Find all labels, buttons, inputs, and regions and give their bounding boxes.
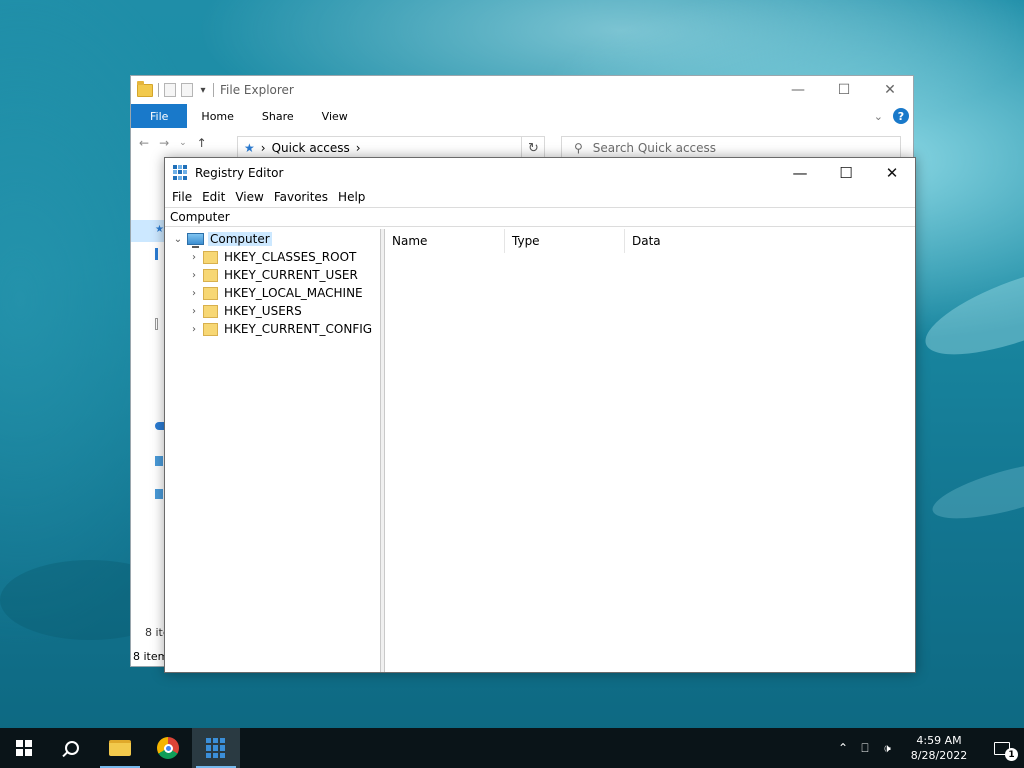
menu-view[interactable]: View bbox=[230, 190, 268, 204]
file-explorer-icon bbox=[109, 740, 131, 756]
registry-address-text: Computer bbox=[170, 210, 230, 224]
window-title: Registry Editor bbox=[195, 165, 284, 180]
close-button[interactable]: ✕ bbox=[869, 158, 915, 187]
customize-dropdown-icon[interactable]: ▾ bbox=[198, 85, 208, 96]
computer-icon bbox=[187, 233, 204, 248]
maximize-button[interactable]: ☐ bbox=[823, 158, 869, 187]
tree-item-hkey-current-config[interactable]: › HKEY_CURRENT_CONFIG bbox=[165, 320, 380, 338]
back-icon[interactable]: ← bbox=[139, 136, 149, 150]
windows-logo-icon bbox=[16, 740, 32, 756]
search-icon: ⚲ bbox=[574, 141, 583, 155]
registry-editor-icon bbox=[173, 164, 189, 181]
taskbar-chrome[interactable] bbox=[144, 728, 192, 768]
menu-file[interactable]: File bbox=[167, 190, 197, 204]
registry-address-bar[interactable]: Computer bbox=[165, 207, 915, 227]
chevron-down-icon[interactable]: ⌄ bbox=[171, 234, 185, 245]
volume-icon[interactable]: 🕩 bbox=[876, 741, 898, 756]
recent-locations-icon[interactable]: ⌄ bbox=[179, 138, 187, 148]
menu-edit[interactable]: Edit bbox=[197, 190, 230, 204]
minimize-button[interactable]: — bbox=[775, 76, 821, 104]
chevron-right-icon: › bbox=[260, 141, 266, 155]
search-icon bbox=[65, 741, 79, 755]
tree-label: HKEY_CLASSES_ROOT bbox=[224, 250, 357, 264]
close-button[interactable]: ✕ bbox=[867, 76, 913, 104]
menu-bar: File Edit View Favorites Help bbox=[165, 187, 915, 207]
network-icon[interactable]: ⎕ bbox=[854, 741, 876, 756]
tree-label: HKEY_CURRENT_CONFIG bbox=[224, 322, 373, 336]
column-header-row: Name Type Data bbox=[385, 229, 915, 253]
new-folder-icon[interactable] bbox=[181, 83, 193, 97]
file-explorer-titlebar[interactable]: ▾ File Explorer — ☐ ✕ bbox=[131, 76, 913, 104]
navigation-pane[interactable]: ★ bbox=[131, 216, 165, 642]
tree-label: HKEY_CURRENT_USER bbox=[224, 268, 358, 282]
folder-icon bbox=[137, 80, 153, 97]
tab-share[interactable]: Share bbox=[248, 104, 308, 128]
quick-access-toolbar: ▾ bbox=[137, 80, 214, 97]
taskbar: ⌃ ⎕ 🕩 4:59 AM 8/28/2022 1 bbox=[0, 728, 1024, 768]
clock-date: 8/28/2022 bbox=[910, 749, 968, 762]
column-header-data[interactable]: Data bbox=[625, 229, 745, 253]
system-tray: ⌃ ⎕ 🕩 4:59 AM 8/28/2022 1 bbox=[832, 728, 1024, 768]
up-icon[interactable]: ↑ bbox=[197, 136, 207, 150]
tree-item-hkey-current-user[interactable]: › HKEY_CURRENT_USER bbox=[165, 266, 380, 284]
taskbar-file-explorer[interactable] bbox=[96, 728, 144, 768]
help-icon[interactable]: ? bbox=[893, 108, 909, 124]
registry-editor-icon bbox=[206, 738, 226, 758]
search-placeholder: Search Quick access bbox=[592, 141, 717, 155]
taskbar-registry-editor[interactable] bbox=[192, 728, 240, 768]
documents-icon bbox=[155, 318, 158, 330]
star-icon: ★ bbox=[244, 141, 255, 155]
tab-home[interactable]: Home bbox=[187, 104, 247, 128]
window-title: File Explorer bbox=[220, 83, 294, 97]
action-center-button[interactable]: 1 bbox=[980, 728, 1024, 768]
folder-icon bbox=[203, 250, 218, 264]
tab-file[interactable]: File bbox=[131, 104, 188, 128]
clock[interactable]: 4:59 AM 8/28/2022 bbox=[904, 733, 974, 763]
chevron-right-icon[interactable]: › bbox=[187, 288, 201, 299]
maximize-button[interactable]: ☐ bbox=[821, 76, 867, 104]
menu-help[interactable]: Help bbox=[333, 190, 370, 204]
tree-label: Computer bbox=[208, 232, 272, 246]
tree-item-hkey-users[interactable]: › HKEY_USERS bbox=[165, 302, 380, 320]
chevron-up-icon[interactable]: ⌃ bbox=[832, 741, 854, 755]
address-text: Quick access bbox=[271, 141, 350, 155]
tree-label: HKEY_USERS bbox=[224, 304, 302, 318]
separator bbox=[158, 83, 159, 97]
values-list-pane[interactable]: Name Type Data bbox=[385, 229, 915, 672]
folder-icon bbox=[203, 286, 218, 300]
column-header-type[interactable]: Type bbox=[505, 229, 625, 253]
column-header-name[interactable]: Name bbox=[385, 229, 505, 253]
expand-ribbon-icon[interactable]: ⌄ bbox=[874, 110, 883, 123]
chevron-right-icon[interactable]: › bbox=[187, 270, 201, 281]
chevron-right-icon[interactable]: › bbox=[187, 324, 201, 335]
ribbon-tabs: File Home Share View ⌄ ? bbox=[131, 104, 913, 128]
network-icon bbox=[155, 489, 163, 499]
clock-time: 4:59 AM bbox=[916, 734, 962, 747]
properties-icon[interactable] bbox=[164, 83, 176, 97]
this-pc-icon bbox=[155, 456, 163, 466]
registry-titlebar[interactable]: Registry Editor — ☐ ✕ bbox=[165, 158, 915, 187]
folder-icon bbox=[203, 322, 218, 336]
chevron-right-icon[interactable]: › bbox=[187, 306, 201, 317]
folder-icon bbox=[203, 304, 218, 318]
tree-item-computer[interactable]: ⌄ Computer bbox=[165, 230, 380, 248]
tree-item-hkey-classes-root[interactable]: › HKEY_CLASSES_ROOT bbox=[165, 248, 380, 266]
desktop-icon bbox=[155, 248, 158, 260]
tree-label: HKEY_LOCAL_MACHINE bbox=[224, 286, 363, 300]
menu-favorites[interactable]: Favorites bbox=[269, 190, 333, 204]
minimize-button[interactable]: — bbox=[777, 158, 823, 187]
notification-badge: 1 bbox=[1005, 748, 1018, 761]
tab-view[interactable]: View bbox=[308, 104, 362, 128]
key-tree-pane[interactable]: ⌄ Computer › HKEY_CLASSES_ROOT › HKEY_CU… bbox=[165, 229, 381, 672]
forward-icon[interactable]: → bbox=[159, 136, 169, 150]
start-button[interactable] bbox=[0, 728, 48, 768]
folder-icon bbox=[203, 268, 218, 282]
chevron-right-icon[interactable]: › bbox=[187, 252, 201, 263]
registry-editor-window[interactable]: Registry Editor — ☐ ✕ File Edit View Fav… bbox=[164, 157, 916, 673]
tree-item-hkey-local-machine[interactable]: › HKEY_LOCAL_MACHINE bbox=[165, 284, 380, 302]
separator bbox=[213, 83, 214, 97]
chevron-right-icon: › bbox=[355, 141, 361, 155]
chrome-icon bbox=[157, 737, 179, 759]
search-button[interactable] bbox=[48, 728, 96, 768]
